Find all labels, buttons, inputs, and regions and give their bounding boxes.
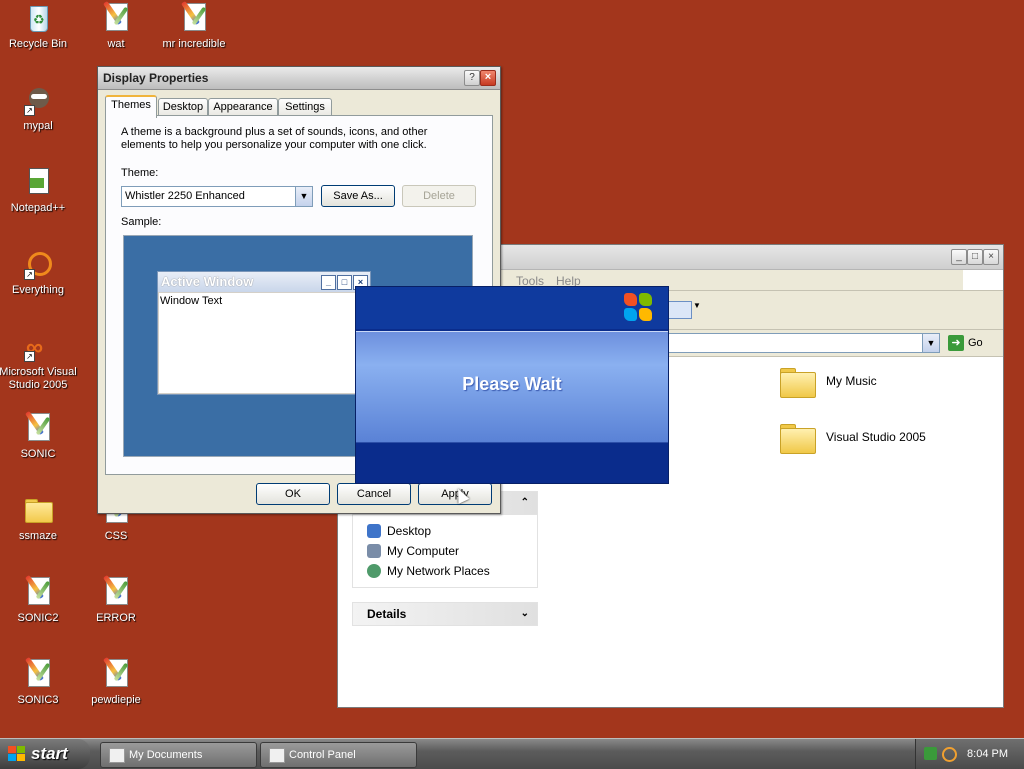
desktop-icon-sonic2[interactable]: SONIC2 [0, 574, 78, 625]
desktop-icon-mr-incredible[interactable]: mr incredible [154, 0, 234, 51]
other-place-network[interactable]: My Network Places [367, 561, 537, 581]
cancel-button[interactable]: Cancel [337, 483, 411, 505]
taskbar: start My Documents Control Panel 8:04 PM [0, 738, 1024, 769]
windows-logo-icon [963, 270, 1003, 290]
mypal-browser-icon: ↗ [22, 84, 54, 116]
sample-window-text: Window Text [160, 295, 223, 307]
clock[interactable]: 8:04 PM [967, 739, 1008, 769]
desktop-icon-sonic3[interactable]: SONIC3 [0, 656, 78, 707]
desktop-icon-wat[interactable]: wat [76, 0, 156, 51]
theme-select[interactable]: Whistler 2250 Enhanced ▼ [121, 186, 313, 207]
go-arrow-icon: ➜ [948, 335, 964, 352]
control-panel-icon [269, 748, 285, 763]
go-button[interactable]: ➜ Go [948, 333, 996, 353]
chevron-down-icon[interactable]: ▼ [922, 334, 939, 352]
sample-active-window: Active Window _ □ × Window Text [157, 271, 371, 395]
details-header[interactable]: Details ⌄ [352, 602, 538, 626]
tab-themes[interactable]: Themes [105, 95, 157, 118]
chevron-down-icon[interactable]: ⌄ [521, 603, 529, 625]
views-icon[interactable] [668, 301, 692, 319]
help-icon[interactable]: ? [464, 70, 480, 86]
desktop-icon-recycle-bin[interactable]: ♻ Recycle Bin [0, 2, 78, 51]
maximize-icon: □ [337, 275, 352, 290]
notepadpp-icon [22, 166, 54, 198]
minimize-icon[interactable]: _ [951, 249, 967, 265]
desktop-icon-visual-studio[interactable]: ∞ ↗ Microsoft Visual Studio 2005 [0, 330, 78, 392]
desktop-icon-pewdiepie[interactable]: pewdiepie [76, 656, 156, 707]
task-control-panel[interactable]: Control Panel [260, 742, 417, 768]
task-my-documents[interactable]: My Documents [100, 742, 257, 768]
system-tray: 8:04 PM [915, 739, 1024, 769]
please-wait-dialog: Please Wait [355, 286, 669, 484]
everything-search-icon: ↗ [22, 248, 54, 280]
chevron-up-icon[interactable]: ⌃ [521, 492, 529, 514]
ok-button[interactable]: OK [256, 483, 330, 505]
paint-document-icon [22, 574, 54, 608]
start-button[interactable]: start [0, 739, 90, 769]
paint-document-icon [22, 410, 54, 444]
folder-icon [22, 494, 54, 526]
paint-document-icon [178, 0, 210, 34]
sample-label: Sample: [121, 216, 162, 228]
paint-document-icon [22, 656, 54, 690]
desktop-icon-mypal[interactable]: ↗ mypal [0, 84, 78, 133]
desktop-icon-notepadpp[interactable]: Notepad++ [0, 166, 78, 215]
desktop-icon-sonic[interactable]: SONIC [0, 410, 78, 461]
delete-button[interactable]: Delete [402, 185, 476, 207]
search-tray-icon[interactable] [942, 747, 957, 762]
desktop-icon-everything[interactable]: ↗ Everything [0, 248, 78, 297]
maximize-icon[interactable]: □ [967, 249, 983, 265]
folder-window-icon [109, 748, 125, 763]
other-place-my-computer[interactable]: My Computer [367, 541, 537, 561]
theme-label: Theme: [121, 167, 159, 179]
paint-document-icon [100, 574, 132, 608]
chevron-down-icon[interactable]: ▼ [295, 187, 312, 206]
dialog-title: Display Properties [103, 71, 209, 85]
network-icon [367, 564, 381, 578]
desktop-icon [367, 524, 381, 538]
music-folder-icon [778, 365, 816, 398]
theme-description: A theme is a background plus a set of so… [121, 126, 428, 151]
computer-icon [367, 544, 381, 558]
paint-document-icon [100, 656, 132, 690]
chevron-down-icon[interactable]: ▼ [693, 301, 701, 310]
network-tray-icon[interactable] [924, 747, 937, 760]
tab-settings[interactable]: Settings [278, 98, 332, 116]
close-icon[interactable]: × [480, 70, 496, 86]
please-wait-message: Please Wait [462, 374, 562, 394]
desktop-icon-ssmaze[interactable]: ssmaze [0, 494, 78, 543]
paint-document-icon [100, 0, 132, 34]
visual-studio-icon: ∞ ↗ [24, 334, 44, 362]
sample-window-title: Active Window [161, 274, 254, 289]
windows-logo-icon [8, 746, 26, 762]
desktop-icon-error[interactable]: ERROR [76, 574, 156, 625]
minimize-icon: _ [321, 275, 336, 290]
close-icon[interactable]: × [983, 249, 999, 265]
windows-logo-icon [624, 293, 654, 323]
address-input[interactable]: ▼ [668, 333, 940, 353]
dialog-title-bar[interactable]: Display Properties ? × [98, 67, 500, 90]
folder-icon [778, 421, 816, 454]
other-places-list: Desktop My Computer My Network Places [352, 515, 538, 588]
other-place-desktop[interactable]: Desktop [367, 521, 537, 541]
tab-desktop[interactable]: Desktop [158, 98, 208, 116]
save-as-button[interactable]: Save As... [321, 185, 395, 207]
tab-appearance[interactable]: Appearance [208, 98, 278, 116]
